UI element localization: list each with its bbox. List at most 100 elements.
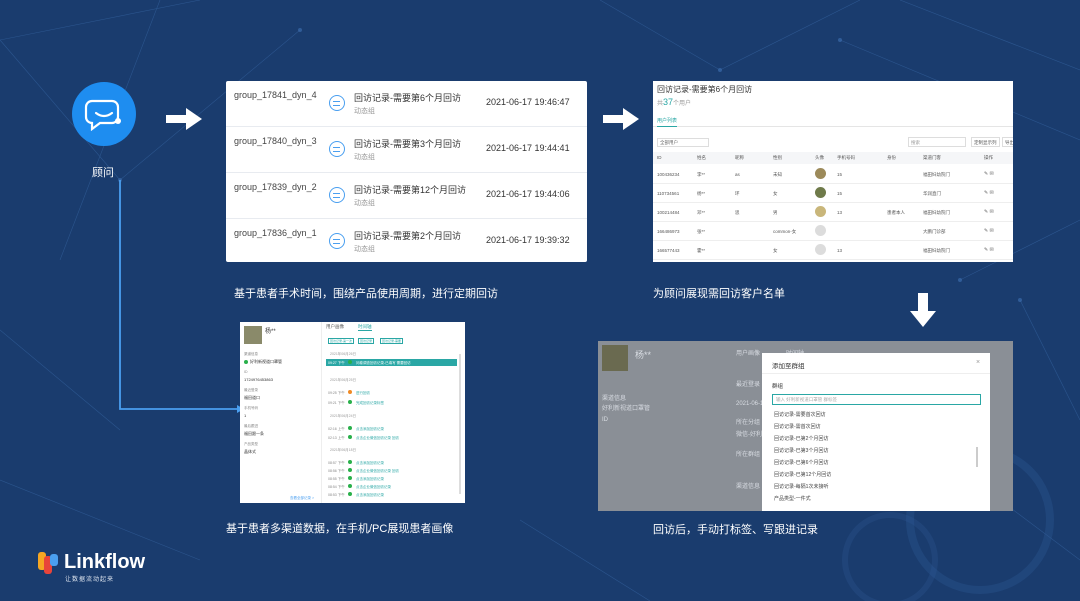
scrollbar[interactable]	[976, 447, 978, 467]
tag-chip: 回访记录	[358, 338, 375, 344]
group-name: group_17836_dyn_1	[234, 228, 317, 238]
row-actions-icon[interactable]: ✎ ✉	[984, 209, 994, 215]
add-to-group-dialog: 添加至群组 × 群组 输入 好利新视道口罩管 群标签 回访记录-需要首次回访 回…	[762, 353, 990, 511]
tab-timeline[interactable]: 时间轴	[358, 324, 372, 331]
timeline-event[interactable]: 02:13 上午 点击企业微信回访记录 回访	[326, 434, 457, 441]
cell-channel: 华润直门	[923, 191, 941, 196]
arrow-down-icon	[910, 293, 936, 327]
field-label: 最近登录	[244, 388, 258, 392]
dropdown-option[interactable]: 回访记录-已第6个月回访	[774, 459, 828, 466]
advisor-label: 顾问	[92, 167, 114, 179]
group-type: 动态组	[354, 246, 375, 253]
dropdown-option[interactable]: 回访记录-每隔1次未接听	[774, 483, 828, 490]
avatar	[815, 168, 826, 179]
profile-name: 杨**	[265, 329, 276, 335]
timeline-event[interactable]: 09:21 下午 完成回访记录标签	[326, 399, 457, 406]
dropdown-option[interactable]: 回访记录-需首次回访	[774, 423, 821, 430]
brand-name: Linkflow	[64, 551, 146, 573]
caption-tag-modal: 回访后，手动打标签、写跟进记录	[653, 524, 818, 536]
tab-user-profile: 用户画像	[736, 351, 761, 357]
view-all-link[interactable]: 查看全部记录 >	[290, 496, 314, 501]
tab-user-profile[interactable]: 用户画像	[326, 324, 344, 330]
avatar	[815, 225, 826, 236]
timeline-event[interactable]: 08:53 下午 点击添加回访记录	[326, 491, 457, 498]
list-item[interactable]: group_17839_dyn_2 回访记录-需要第12个月回访 动态组 202…	[226, 173, 587, 219]
table-row[interactable]: 100436234 李** as 未知 15 福田妇幼院门 ✎ ✉	[653, 165, 1013, 184]
cell-gender: common-女	[773, 229, 797, 234]
close-icon[interactable]: ×	[976, 359, 980, 366]
group-name: group_17841_dyn_4	[234, 90, 317, 100]
avatar	[815, 206, 826, 217]
table-row[interactable]: 166486973 张** common-女 大鹏门诊部 ✎ ✉	[653, 222, 1013, 241]
timeline-event[interactable]: 09:25 下午 进行回访	[326, 389, 457, 396]
group-type: 动态组	[354, 200, 375, 207]
field-label: 渠道信息	[244, 352, 258, 356]
caption-customer-list: 为顾问展现需回访客户名单	[653, 288, 785, 300]
field-value: 2021-06-1	[736, 401, 764, 407]
dialog-title: 添加至群组	[772, 363, 805, 370]
row-actions-icon[interactable]: ✎ ✉	[984, 228, 994, 234]
dropdown-option[interactable]: 产品类型-一件式	[774, 495, 811, 502]
field-label: 所在分组	[736, 420, 761, 426]
cell-channel: 福田妇幼院门	[923, 172, 950, 177]
table-header: ID 姓名 昵称 性别 头像 手机号码 身份 渠道门客 操作	[653, 152, 1013, 164]
list-item[interactable]: group_17841_dyn_4 回访记录-需要第6个月回访 动态组 2021…	[226, 81, 587, 127]
caption-profile: 基于患者多渠道数据，在手机/PC展现患者画像	[226, 523, 454, 535]
group-title: 回访记录-需要第6个月回访	[354, 93, 462, 103]
customer-list-panel: 回访记录-需要第6个月回访 共37个用户 用户列表 全部用户 搜索 定制显示列 …	[653, 81, 1013, 262]
cell-channel: 福田妇幼院门	[923, 210, 950, 215]
cell-id: 100214484	[657, 210, 680, 215]
search-input[interactable]: 搜索	[908, 137, 966, 147]
col-avatar: 头像	[815, 155, 824, 160]
row-actions-icon[interactable]: ✎ ✉	[984, 171, 994, 177]
dropdown-option[interactable]: 回访记录-已第12个月回访	[774, 471, 831, 478]
user-filter-select[interactable]: 全部用户	[657, 138, 709, 147]
group-select-input[interactable]: 输入 好利新视道口罩管 群标签	[772, 394, 981, 405]
page-title: 回访记录-需要第6个月回访	[657, 85, 753, 94]
dropdown-option[interactable]: 回访记录-已第2个月回访	[774, 435, 828, 442]
tag-modal-panel: 杨** 用户画像 时间轴 渠道信息 好利新视道口罩管 ID 最近登录 2021-…	[598, 341, 1013, 511]
list-item[interactable]: group_17836_dyn_1 回访记录-需要第2个月回访 动态组 2021…	[226, 219, 587, 262]
cell-id: 110734561	[657, 191, 680, 196]
field-value: 1	[244, 413, 247, 418]
cell-id: 166486973	[657, 229, 680, 234]
list-item[interactable]: group_17840_dyn_3 回访记录-需要第3个月回访 动态组 2021…	[226, 127, 587, 173]
table-row[interactable]: 110734561 杨** 环 女 15 华润直门 ✎ ✉	[653, 184, 1013, 203]
columns-button[interactable]: 定制显示列	[971, 137, 1000, 147]
group-title: 回访记录-需要第12个月回访	[354, 185, 467, 195]
timeline-event[interactable]: 08:56 下午 点击企业微信回访记录 回访	[326, 467, 457, 474]
field-value: 好利新视道口罩管	[250, 359, 282, 364]
tag-chip: 回访记录-需要	[380, 338, 403, 344]
cell-gender: 男	[773, 210, 778, 215]
field-label: 渠道信息	[602, 396, 627, 402]
timeline-date: 2021年06月24日	[330, 414, 357, 418]
field-value: 1724976453863	[244, 377, 273, 382]
avatar	[602, 345, 628, 371]
cell-gender: 未知	[773, 172, 782, 177]
dynamic-group-icon	[329, 233, 345, 249]
timeline-event[interactable]: 08:54 下午 点击企业微信回访记录	[326, 483, 457, 490]
cell-phone: 13	[837, 210, 843, 215]
chat-icon	[84, 99, 121, 131]
tab-user-list[interactable]: 用户列表	[657, 117, 678, 127]
col-gender: 性别	[773, 155, 782, 160]
profile-sidebar: 杨** 渠道信息 好利新视道口罩管 ID 1724976453863 最近登录 …	[240, 322, 322, 503]
timeline-event[interactable]: 08:57 下午 点击添加回访记录	[326, 459, 457, 466]
col-id: ID	[657, 155, 662, 160]
cell-channel: 福田妇幼院门	[923, 248, 950, 253]
caption-group-list: 基于患者手术时间，围绕产品使用周期，进行定期回访	[234, 288, 498, 300]
scrollbar[interactable]	[459, 354, 461, 494]
field-value: 福田道口	[244, 395, 260, 400]
timeline-event[interactable]: 02:16 上午 点击添加回访记录	[326, 425, 457, 432]
export-button[interactable]: 导出	[1002, 137, 1013, 147]
table-row[interactable]: 166577443 霍** 女 13 福田妇幼院门 ✎ ✉	[653, 241, 1013, 260]
timeline-event[interactable]: 09:27 下午 问卷调查回访记录-已填写 需要回访	[326, 359, 457, 366]
dropdown-option[interactable]: 回访记录-已第3个月回访	[774, 447, 828, 454]
row-actions-icon[interactable]: ✎ ✉	[984, 190, 994, 196]
table-row[interactable]: 100214484 邓** 思 男 13 患者本人 福田妇幼院门 ✎ ✉	[653, 203, 1013, 222]
cell-id: 100436234	[657, 172, 680, 177]
cell-name: 邓**	[697, 210, 706, 215]
timeline-event[interactable]: 08:55 下午 点击添加回访记录	[326, 475, 457, 482]
dropdown-option[interactable]: 回访记录-需要首次回访	[774, 411, 826, 418]
row-actions-icon[interactable]: ✎ ✉	[984, 247, 994, 253]
